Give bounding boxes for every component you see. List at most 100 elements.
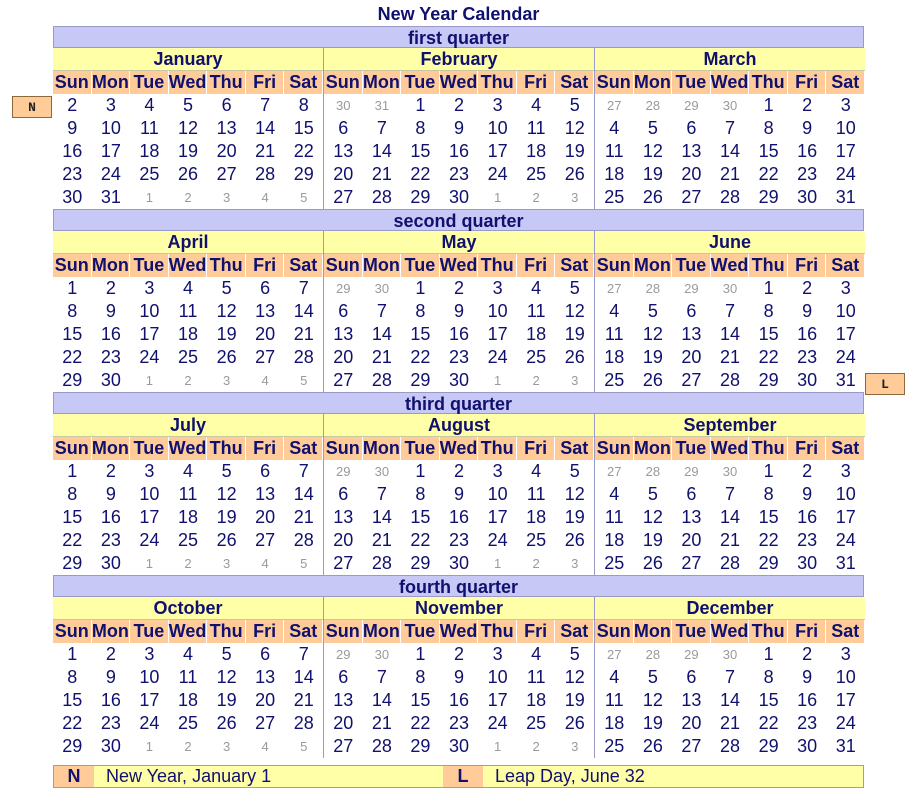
day-cell[interactable]: 18 (595, 346, 634, 369)
day-cell[interactable]: 16 (92, 506, 131, 529)
day-cell[interactable]: 13 (246, 483, 285, 506)
day-cell[interactable]: 25 (169, 529, 208, 552)
day-cell[interactable]: 27 (246, 346, 285, 369)
day-cell[interactable]: 23 (92, 712, 131, 735)
adjacent-month-day[interactable]: 4 (246, 186, 285, 209)
day-cell[interactable]: 18 (595, 529, 634, 552)
day-cell[interactable]: 13 (324, 323, 363, 346)
day-cell[interactable]: 9 (788, 483, 827, 506)
day-cell[interactable]: 11 (517, 117, 556, 140)
adjacent-month-day[interactable]: 1 (478, 369, 517, 392)
day-cell[interactable]: 8 (284, 94, 323, 117)
day-cell[interactable]: 14 (246, 117, 285, 140)
adjacent-month-day[interactable]: 30 (363, 277, 402, 300)
adjacent-month-day[interactable]: 3 (555, 186, 594, 209)
day-cell[interactable]: 23 (440, 712, 479, 735)
day-cell[interactable]: 24 (130, 529, 169, 552)
day-cell[interactable]: 24 (826, 529, 865, 552)
day-cell[interactable]: 11 (517, 666, 556, 689)
day-cell[interactable]: 14 (284, 666, 323, 689)
day-cell[interactable]: 12 (555, 117, 594, 140)
day-cell[interactable]: 6 (324, 666, 363, 689)
day-cell[interactable]: 12 (555, 300, 594, 323)
day-cell[interactable]: 6 (672, 300, 711, 323)
day-cell[interactable]: 13 (207, 117, 246, 140)
day-cell[interactable]: 26 (207, 712, 246, 735)
adjacent-month-day[interactable]: 30 (711, 277, 750, 300)
day-cell[interactable]: 10 (826, 483, 865, 506)
adjacent-month-day[interactable]: 27 (595, 94, 634, 117)
day-cell[interactable]: 9 (788, 300, 827, 323)
day-cell[interactable]: 22 (53, 529, 92, 552)
day-cell[interactable]: 28 (284, 529, 323, 552)
day-cell[interactable]: 6 (246, 643, 285, 666)
day-cell[interactable]: 23 (440, 529, 479, 552)
day-cell[interactable]: 19 (555, 140, 594, 163)
day-cell[interactable]: 23 (92, 529, 131, 552)
day-cell[interactable]: 23 (788, 529, 827, 552)
day-cell[interactable]: 17 (92, 140, 131, 163)
day-cell[interactable]: 11 (169, 483, 208, 506)
day-cell[interactable]: 16 (788, 689, 827, 712)
day-cell[interactable]: 7 (284, 460, 323, 483)
day-cell[interactable]: 28 (363, 369, 402, 392)
day-cell[interactable]: 30 (788, 369, 827, 392)
day-cell[interactable]: 31 (826, 735, 865, 758)
day-cell[interactable]: 3 (826, 277, 865, 300)
day-cell[interactable]: 28 (711, 552, 750, 575)
adjacent-month-day[interactable]: 29 (324, 460, 363, 483)
day-cell[interactable]: 13 (672, 689, 711, 712)
day-cell[interactable]: 11 (595, 506, 634, 529)
day-cell[interactable]: 4 (595, 666, 634, 689)
day-cell[interactable]: 18 (595, 712, 634, 735)
day-cell[interactable]: 8 (749, 483, 788, 506)
day-cell[interactable]: 24 (826, 712, 865, 735)
day-cell[interactable]: 15 (401, 506, 440, 529)
day-cell[interactable]: 20 (672, 163, 711, 186)
day-cell[interactable]: 21 (284, 323, 323, 346)
day-cell[interactable]: 8 (53, 483, 92, 506)
adjacent-month-day[interactable]: 2 (169, 552, 208, 575)
day-cell[interactable]: 23 (788, 163, 827, 186)
day-cell[interactable]: 22 (401, 712, 440, 735)
day-cell[interactable]: 28 (363, 186, 402, 209)
day-cell[interactable]: 22 (749, 346, 788, 369)
adjacent-month-day[interactable]: 2 (517, 552, 556, 575)
day-cell[interactable]: 27 (246, 529, 285, 552)
day-cell[interactable]: 20 (246, 506, 285, 529)
day-cell[interactable]: 10 (130, 483, 169, 506)
adjacent-month-day[interactable]: 29 (672, 643, 711, 666)
adjacent-month-day[interactable]: 29 (672, 460, 711, 483)
day-cell[interactable]: 2 (92, 643, 131, 666)
adjacent-month-day[interactable]: 28 (634, 460, 673, 483)
day-cell[interactable]: 11 (595, 140, 634, 163)
day-cell[interactable]: 5 (634, 117, 673, 140)
adjacent-month-day[interactable]: 30 (711, 643, 750, 666)
day-cell[interactable]: 3 (92, 94, 131, 117)
day-cell[interactable]: 3 (130, 460, 169, 483)
day-cell[interactable]: 26 (634, 552, 673, 575)
day-cell[interactable]: 9 (440, 666, 479, 689)
day-cell[interactable]: 31 (826, 369, 865, 392)
day-cell[interactable]: 8 (401, 117, 440, 140)
day-cell[interactable]: 19 (634, 163, 673, 186)
day-cell[interactable]: 25 (595, 186, 634, 209)
day-cell[interactable]: 7 (363, 300, 402, 323)
day-cell[interactable]: 24 (478, 163, 517, 186)
day-cell[interactable]: 10 (826, 117, 865, 140)
day-cell[interactable]: 27 (207, 163, 246, 186)
day-cell[interactable]: 12 (634, 140, 673, 163)
day-cell[interactable]: 17 (130, 506, 169, 529)
day-cell[interactable]: 25 (517, 529, 556, 552)
adjacent-month-day[interactable]: 1 (478, 186, 517, 209)
day-cell[interactable]: 25 (595, 735, 634, 758)
day-cell[interactable]: 20 (324, 712, 363, 735)
adjacent-month-day[interactable]: 5 (284, 735, 323, 758)
day-cell[interactable]: 9 (440, 300, 479, 323)
day-cell[interactable]: 13 (324, 506, 363, 529)
day-cell[interactable]: 12 (634, 689, 673, 712)
adjacent-month-day[interactable]: 30 (711, 94, 750, 117)
day-cell[interactable]: 21 (284, 506, 323, 529)
adjacent-month-day[interactable]: 4 (246, 369, 285, 392)
day-cell[interactable]: 7 (711, 300, 750, 323)
